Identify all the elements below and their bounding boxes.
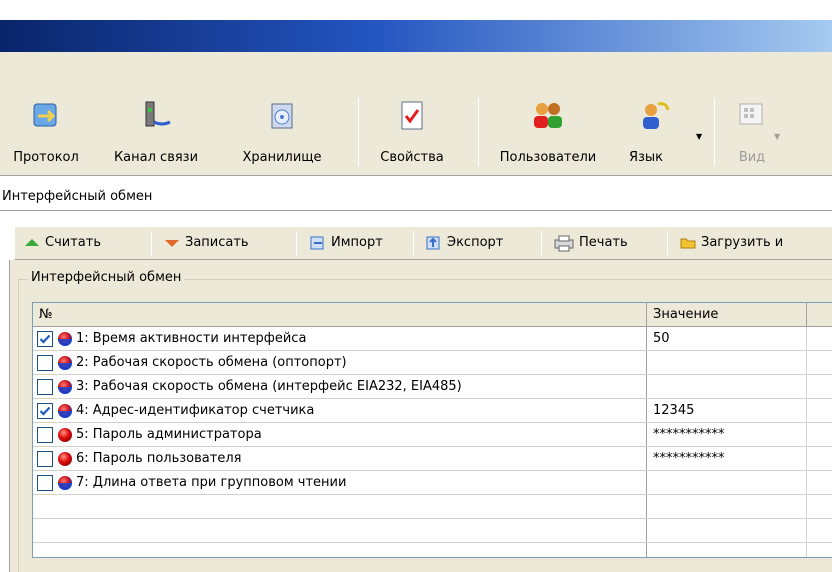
menu-bar [0, 52, 832, 92]
language-icon [643, 102, 670, 129]
import-icon [310, 236, 324, 249]
language-label: Язык [628, 150, 664, 165]
users-icon [534, 103, 562, 128]
read-label: Считать [45, 235, 101, 250]
export-label: Экспорт [447, 235, 504, 250]
action-separator [413, 231, 414, 255]
toolbar-separator [478, 98, 479, 166]
table-row[interactable]: 2: Рабочая скорость обмена (оптопорт) [33, 351, 832, 375]
row-checkbox[interactable] [37, 379, 53, 395]
print-label: Печать [579, 235, 628, 250]
parameter-value[interactable]: *********** [653, 423, 725, 447]
load-label: Загрузить и [701, 235, 784, 250]
protocol-icon [33, 103, 57, 127]
blue-status-icon [57, 379, 73, 395]
action-separator [151, 231, 152, 255]
main-toolbar: Протокол Канал связи Хранилище Свойства [0, 92, 832, 176]
properties-button[interactable]: Свойства [364, 98, 460, 170]
parameter-value[interactable]: 12345 [653, 399, 694, 423]
properties-label: Свойства [380, 150, 444, 165]
table-row[interactable] [33, 495, 832, 519]
chevron-down-icon[interactable]: ▼ [774, 132, 780, 141]
chevron-down-icon[interactable]: ▼ [696, 132, 702, 141]
view-button[interactable]: Вид [722, 98, 782, 170]
protocol-button[interactable]: Протокол [0, 98, 96, 170]
page-title: Интерфейсный обмен [0, 183, 832, 211]
channel-label: Канал связи [113, 150, 199, 165]
toolbar-separator [714, 98, 715, 166]
language-button[interactable]: Язык [614, 98, 694, 170]
write-button[interactable]: Записать [157, 227, 249, 259]
action-separator [541, 231, 542, 255]
channel-icon [145, 101, 171, 127]
checkmark-icon [39, 406, 51, 416]
read-button[interactable]: Считать [17, 227, 101, 259]
table-row[interactable]: 1: Время активности интерфейса 50 [33, 327, 832, 351]
blue-status-icon [57, 355, 73, 371]
print-button[interactable]: Печать [547, 227, 628, 259]
table-row[interactable]: 3: Рабочая скорость обмена (интерфейс EI… [33, 375, 832, 399]
table-row[interactable]: 4: Адрес-идентификатор счетчика 12345 [33, 399, 832, 423]
blue-status-icon [57, 403, 73, 419]
action-separator [667, 231, 668, 255]
view-icon [739, 103, 763, 125]
group-box-title: Интерфейсный обмен [28, 270, 185, 285]
red-status-icon [57, 427, 73, 443]
parameter-label: 1: Время активности интерфейса [76, 331, 307, 346]
row-checkbox[interactable] [37, 427, 53, 443]
table-row[interactable] [33, 519, 832, 543]
action-separator [296, 231, 297, 255]
import-label: Импорт [331, 235, 383, 250]
export-icon [426, 236, 440, 249]
storage-icon [271, 103, 293, 129]
import-button[interactable]: Импорт [303, 227, 383, 259]
blue-status-icon [57, 331, 73, 347]
channel-button[interactable]: Канал связи [102, 98, 210, 170]
column-header-number[interactable]: № [33, 303, 647, 327]
parameter-label: 4: Адрес-идентификатор счетчика [76, 403, 315, 418]
column-header-value[interactable]: Значение [647, 303, 807, 327]
table-row[interactable]: 7: Длина ответа при групповом чтении [33, 471, 832, 495]
parameter-value[interactable]: 50 [653, 327, 670, 351]
read-icon [25, 238, 39, 246]
table-row[interactable]: 6: Пароль пользователя *********** [33, 447, 832, 471]
parameter-label: 6: Пароль пользователя [76, 451, 242, 466]
parameter-label: 5: Пароль администратора [76, 427, 262, 442]
parameter-label: 3: Рабочая скорость обмена (интерфейс EI… [76, 379, 462, 394]
users-button[interactable]: Пользователи [484, 98, 612, 170]
row-checkbox[interactable] [37, 355, 53, 371]
export-button[interactable]: Экспорт [419, 227, 503, 259]
row-checkbox[interactable] [37, 451, 53, 467]
row-checkbox[interactable] [37, 475, 53, 491]
protocol-label: Протокол [13, 150, 79, 165]
table-row[interactable]: 5: Пароль администратора *********** [33, 423, 832, 447]
toolbar-separator [358, 98, 359, 166]
parameter-label: 2: Рабочая скорость обмена (оптопорт) [76, 355, 347, 370]
row-checkbox[interactable] [37, 403, 53, 419]
storage-label: Хранилище [242, 150, 322, 165]
red-status-icon [57, 451, 73, 467]
action-toolbar: Считать Записать Импорт Экспорт Печать З… [14, 226, 832, 260]
print-icon [554, 235, 574, 251]
write-icon [165, 239, 179, 247]
top-strip [0, 0, 832, 20]
properties-icon [401, 101, 423, 130]
write-label: Записать [185, 235, 249, 250]
parameters-grid: № Значение 1: Время активности интерфейс… [32, 302, 832, 558]
parameter-label: 7: Длина ответа при групповом чтении [76, 475, 347, 490]
load-button[interactable]: Загрузить и [673, 227, 783, 259]
grid-header: № Значение [33, 303, 832, 327]
row-checkbox[interactable] [37, 331, 53, 347]
users-label: Пользователи [499, 150, 597, 165]
storage-button[interactable]: Хранилище [232, 98, 332, 170]
folder-icon [680, 238, 696, 248]
blue-status-icon [57, 475, 73, 491]
checkmark-icon [39, 334, 51, 344]
view-label: Вид [738, 150, 766, 165]
parameter-value[interactable]: *********** [653, 447, 725, 471]
title-bar[interactable] [0, 20, 832, 52]
